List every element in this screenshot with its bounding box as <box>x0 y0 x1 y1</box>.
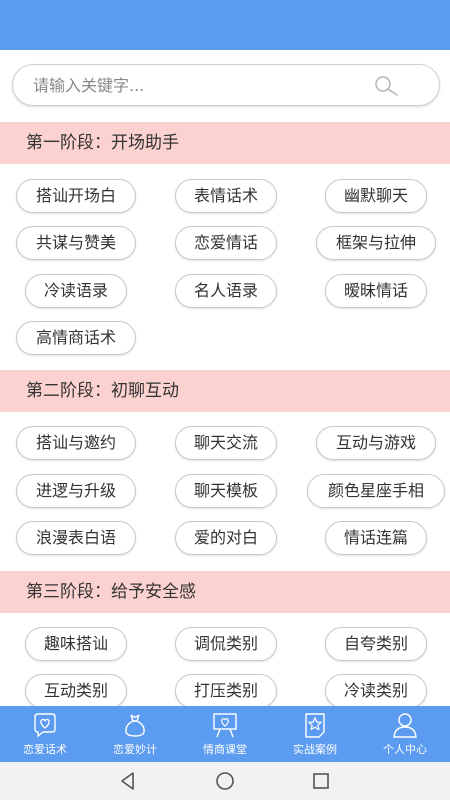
section-header-stage-1: 第一阶段：开场助手 <box>0 122 450 164</box>
tag-item[interactable]: 聊天交流 <box>175 426 277 460</box>
tag-item[interactable]: 冷读语录 <box>25 274 127 308</box>
home-icon[interactable] <box>214 770 236 792</box>
bag-icon <box>125 714 145 737</box>
tag-item[interactable]: 自夸类别 <box>325 627 427 661</box>
tag-item[interactable]: 冷读类别 <box>325 674 427 708</box>
tag-item[interactable]: 浪漫表白语 <box>16 521 136 555</box>
nav-item-cases[interactable]: 实战案例 <box>270 706 360 762</box>
tag-item[interactable]: 调侃类别 <box>175 627 277 661</box>
nav-label: 实战案例 <box>293 743 337 756</box>
tag-item[interactable]: 聊天模板 <box>175 474 277 508</box>
tag-item[interactable]: 幽默聊天 <box>325 179 427 213</box>
tag-item[interactable]: 互动类别 <box>25 674 127 708</box>
nav-item-love-talk[interactable]: 恋爱话术 <box>0 706 90 762</box>
nav-item-profile[interactable]: 个人中心 <box>360 706 450 762</box>
tag-item[interactable]: 情话连篇 <box>325 521 427 555</box>
classroom-board-icon <box>213 713 237 738</box>
search-icon[interactable] <box>373 75 399 97</box>
tag-item[interactable]: 搭讪与邀约 <box>16 426 136 460</box>
tag-item[interactable]: 趣味搭讪 <box>25 627 127 661</box>
search-input[interactable] <box>33 65 363 105</box>
nav-item-love-tips[interactable]: 恋爱妙计 <box>90 706 180 762</box>
back-icon[interactable] <box>117 770 139 792</box>
tag-item[interactable]: 互动与游戏 <box>316 426 436 460</box>
nav-label: 恋爱话术 <box>23 743 67 756</box>
nav-item-eq-class[interactable]: 情商课堂 <box>180 706 270 762</box>
nav-label: 情商课堂 <box>203 743 247 756</box>
heart-chat-icon <box>34 713 56 738</box>
tag-item[interactable]: 恋爱情话 <box>175 226 277 260</box>
top-status-bar <box>0 0 450 50</box>
tag-item[interactable]: 高情商话术 <box>16 321 136 355</box>
tag-item[interactable]: 表情话术 <box>175 179 277 213</box>
star-card-icon <box>305 713 325 738</box>
nav-label: 个人中心 <box>383 743 427 756</box>
user-icon <box>393 713 417 738</box>
search-bar[interactable] <box>12 64 440 106</box>
section-header-stage-3: 第三阶段：给予安全感 <box>0 571 450 613</box>
tag-item[interactable]: 搭讪开场白 <box>16 179 136 213</box>
system-nav-bar <box>0 762 450 800</box>
tag-item[interactable]: 颜色星座手相 <box>307 474 445 508</box>
tag-item[interactable]: 名人语录 <box>175 274 277 308</box>
nav-label: 恋爱妙计 <box>113 743 157 756</box>
tag-item[interactable]: 进逻与升级 <box>16 474 136 508</box>
tag-item[interactable]: 共谋与赞美 <box>16 226 136 260</box>
bottom-nav: 恋爱话术 恋爱妙计 情商课堂 实战案例 个人中心 <box>0 706 450 762</box>
section-header-stage-2: 第二阶段：初聊互动 <box>0 370 450 412</box>
tag-item[interactable]: 框架与拉伸 <box>316 226 436 260</box>
tag-item[interactable]: 打压类别 <box>175 674 277 708</box>
tag-item[interactable]: 爱的对白 <box>175 521 277 555</box>
recents-icon[interactable] <box>310 770 332 792</box>
tag-item[interactable]: 暧昧情话 <box>325 274 427 308</box>
